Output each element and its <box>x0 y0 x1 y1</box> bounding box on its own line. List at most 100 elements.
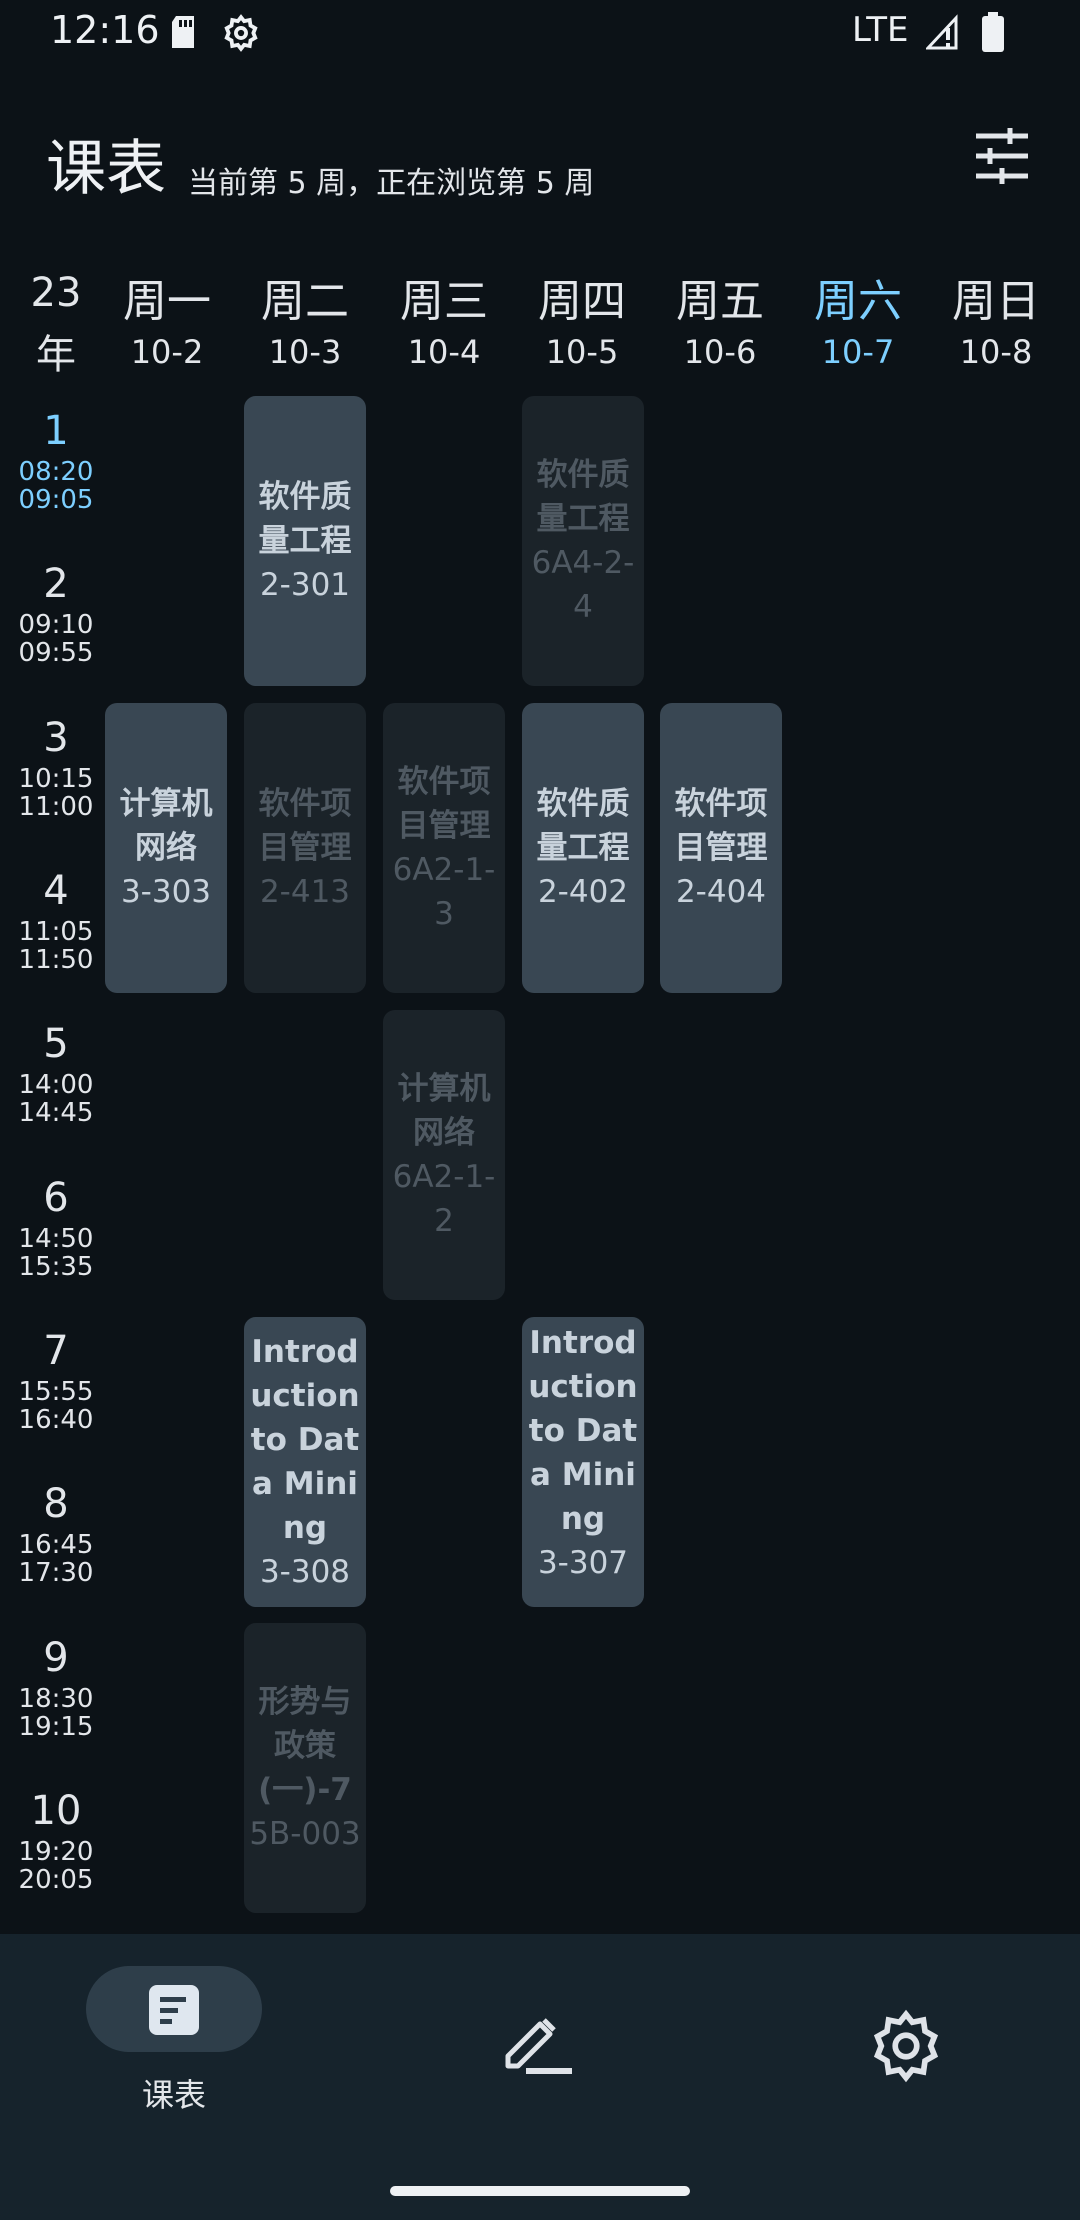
period-start: 11:05 <box>18 917 94 947</box>
period-start: 15:55 <box>18 1377 94 1407</box>
day-name: 周六 <box>814 276 902 327</box>
course-card[interactable]: 软件项目管理 6A2-1-3 <box>383 703 505 993</box>
year-label: 23年 <box>30 270 82 378</box>
course-name: 软件项目管理 <box>397 764 491 844</box>
course-name: Introduction to Data Mining <box>250 1334 360 1546</box>
period-end: 14:45 <box>18 1098 94 1128</box>
period-start: 09:10 <box>18 610 94 640</box>
course-name: 计算机网络 <box>397 1071 491 1151</box>
course-room: 3-308 <box>259 1554 351 1590</box>
gear-icon <box>224 14 258 52</box>
nav-schedule-label: 课表 <box>141 2076 206 2114</box>
period-9: 9 18:30 19:15 <box>10 1631 102 1741</box>
period-end: 19:15 <box>18 1712 94 1742</box>
day-name: 周一 <box>123 276 211 327</box>
page-title: 课表 <box>46 134 166 204</box>
period-end: 20:05 <box>18 1865 94 1895</box>
day-name: 周二 <box>261 276 349 327</box>
day-header-mon: 周一 10-2 <box>98 272 236 372</box>
schedule-icon <box>149 1985 199 2035</box>
day-name: 周四 <box>538 276 626 327</box>
day-header-sat: 周六 10-7 <box>789 272 927 372</box>
edit-icon[interactable] <box>500 2010 580 2078</box>
period-end: 11:00 <box>18 792 94 822</box>
course-room: 5B-003 <box>249 1816 361 1852</box>
network-type: LTE <box>852 10 909 50</box>
period-end: 11:50 <box>18 945 94 975</box>
period-10: 10 19:20 20:05 <box>10 1784 102 1894</box>
day-date: 10-5 <box>545 333 619 371</box>
course-room: 6A2-1-3 <box>392 852 496 932</box>
course-room: 3-303 <box>120 874 212 910</box>
period-number: 8 <box>43 1481 69 1527</box>
day-header-thu: 周四 10-5 <box>513 272 651 372</box>
settings-icon[interactable] <box>868 2008 944 2084</box>
day-name: 周五 <box>676 276 764 327</box>
day-date: 10-3 <box>268 333 342 371</box>
period-start: 19:20 <box>18 1837 94 1867</box>
period-end: 09:05 <box>18 485 94 515</box>
period-end: 15:35 <box>18 1252 94 1282</box>
signal-icon <box>926 14 958 50</box>
period-start: 18:30 <box>18 1684 94 1714</box>
course-name: Introduction to Data Mining <box>528 1325 638 1537</box>
period-start: 14:50 <box>18 1224 94 1254</box>
course-name: 软件质量工程 <box>536 786 630 866</box>
course-room: 3-307 <box>537 1545 629 1581</box>
day-date: 10-6 <box>683 333 757 371</box>
week-subtitle: 当前第 5 周，正在浏览第 5 周 <box>188 166 595 201</box>
day-date: 10-4 <box>407 333 481 371</box>
course-card[interactable]: 计算机网络 3-303 <box>105 703 227 993</box>
home-indicator[interactable] <box>390 2186 690 2196</box>
period-start: 16:45 <box>18 1530 94 1560</box>
day-date: 10-7 <box>821 333 895 371</box>
course-room: 2-301 <box>259 567 351 603</box>
course-card[interactable]: 软件质量工程 6A4-2-4 <box>522 396 644 686</box>
period-number: 6 <box>43 1175 69 1221</box>
course-card[interactable]: 软件质量工程 2-301 <box>244 396 366 686</box>
course-name: 形势与政策(一)-7 <box>258 1684 352 1808</box>
course-room: 6A2-1-2 <box>392 1159 496 1239</box>
course-name: 软件项目管理 <box>258 786 352 866</box>
battery-icon <box>982 12 1004 52</box>
period-start: 08:20 <box>18 457 94 487</box>
period-number: 4 <box>43 868 69 914</box>
period-start: 10:15 <box>18 764 94 794</box>
day-date: 10-8 <box>959 333 1033 371</box>
course-room: 2-402 <box>537 874 629 910</box>
period-number: 10 <box>30 1788 82 1834</box>
period-number: 2 <box>43 561 69 607</box>
course-room: 2-413 <box>259 874 351 910</box>
period-end: 17:30 <box>18 1558 94 1588</box>
course-name: 软件质量工程 <box>536 457 630 537</box>
period-number: 9 <box>43 1635 69 1681</box>
period-1: 1 08:20 09:05 <box>10 404 102 514</box>
day-name: 周三 <box>400 276 488 327</box>
course-room: 6A4-2-4 <box>531 545 635 625</box>
course-card[interactable]: Introduction to Data Mining 3-307 <box>522 1317 644 1607</box>
course-card[interactable]: 形势与政策(一)-7 5B-003 <box>244 1623 366 1913</box>
period-number: 3 <box>43 715 69 761</box>
period-6: 6 14:50 15:35 <box>10 1171 102 1281</box>
day-header-tue: 周二 10-3 <box>236 272 374 372</box>
course-card[interactable]: 软件质量工程 2-402 <box>522 703 644 993</box>
period-7: 7 15:55 16:40 <box>10 1324 102 1434</box>
period-end: 09:55 <box>18 638 94 668</box>
period-3: 3 10:15 11:00 <box>10 711 102 821</box>
course-card[interactable]: Introduction to Data Mining 3-308 <box>244 1317 366 1607</box>
day-header-wed: 周三 10-4 <box>375 272 513 372</box>
period-number: 5 <box>43 1021 69 1067</box>
tune-icon[interactable] <box>966 120 1038 192</box>
course-card[interactable]: 软件项目管理 2-404 <box>660 703 782 993</box>
course-card[interactable]: 软件项目管理 2-413 <box>244 703 366 993</box>
period-4: 4 11:05 11:50 <box>10 864 102 974</box>
period-number: 7 <box>43 1328 69 1374</box>
course-name: 软件项目管理 <box>674 786 768 866</box>
period-8: 8 16:45 17:30 <box>10 1477 102 1587</box>
course-card[interactable]: 计算机网络 6A2-1-2 <box>383 1010 505 1300</box>
day-name: 周日 <box>952 276 1040 327</box>
course-name: 计算机网络 <box>119 786 213 866</box>
status-time: 12:16 <box>50 8 160 52</box>
day-header-sun: 周日 10-8 <box>927 272 1065 372</box>
period-start: 14:00 <box>18 1070 94 1100</box>
